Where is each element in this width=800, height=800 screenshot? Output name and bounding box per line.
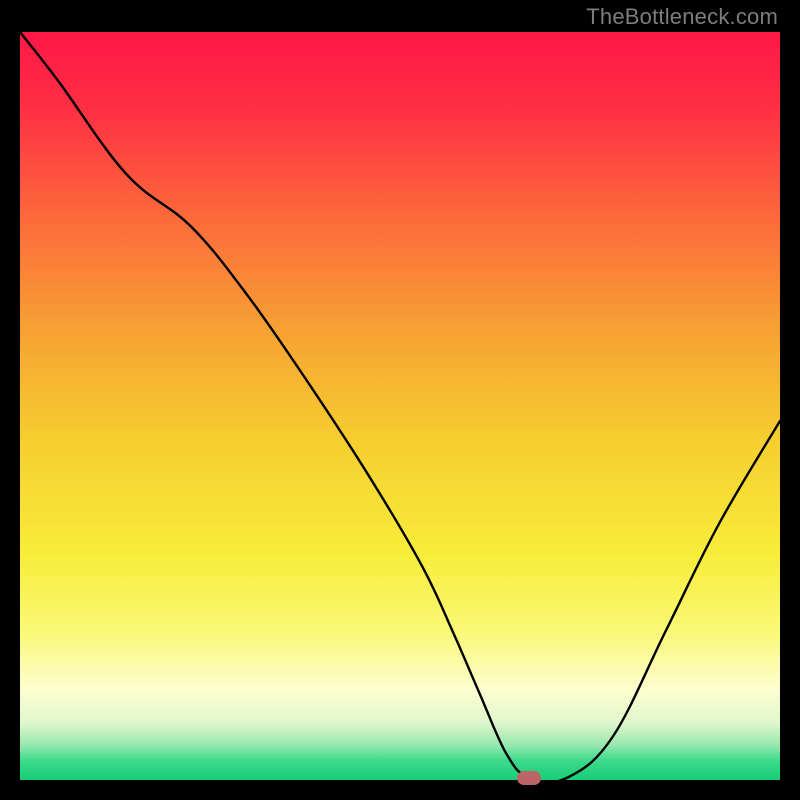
chart-frame: TheBottleneck.com (0, 0, 800, 800)
plot-area (20, 32, 780, 780)
optimal-marker (517, 771, 541, 785)
chart-svg (20, 32, 780, 780)
watermark-text: TheBottleneck.com (586, 4, 778, 30)
chart-background (20, 32, 780, 780)
